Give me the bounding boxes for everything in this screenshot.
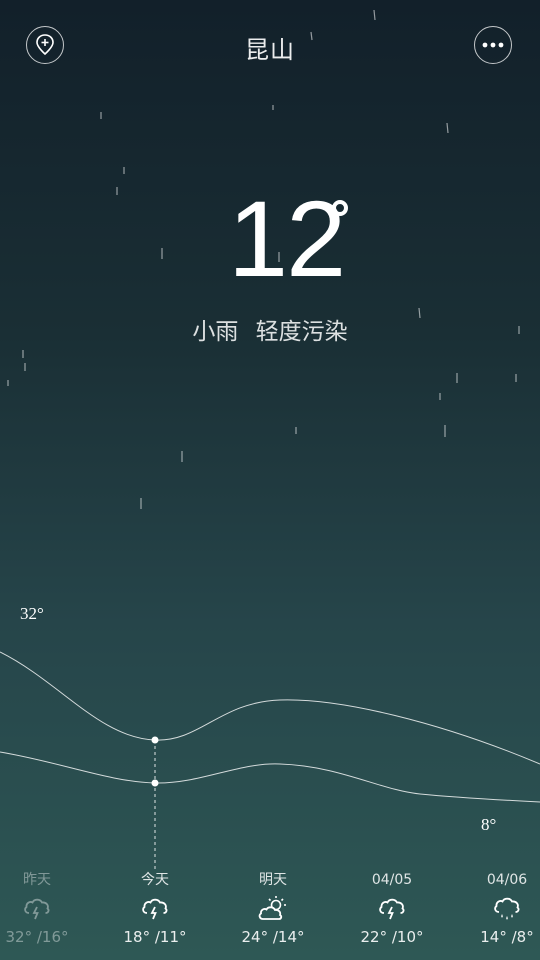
day-label: 明天 [259, 872, 287, 888]
today-high-point [151, 736, 159, 744]
more-options-button[interactable] [474, 26, 512, 64]
air-quality-text[interactable]: 轻度污染 [256, 319, 348, 345]
max-temp-label: 32° [20, 604, 44, 623]
rain-icon [494, 897, 520, 920]
low-temp: /14° [272, 928, 305, 946]
forecast-day-today[interactable]: 今天 18° /11° [100, 870, 210, 946]
today-low-point [151, 779, 159, 787]
high-temp: 32° [5, 928, 33, 946]
day-label: 昨天 [23, 872, 51, 888]
low-temp: /8° [511, 928, 534, 946]
forecast-day-0406[interactable]: 04/06 14° /8° [452, 870, 540, 946]
thunder-rain-icon [379, 898, 405, 920]
condition-text: 小雨 [192, 319, 239, 345]
weather-condition: 小雨 轻度污染 [0, 312, 540, 346]
day-label: 04/06 [486, 872, 528, 888]
more-icon [482, 42, 504, 48]
forecast-day-0405[interactable]: 04/05 22° /10° [337, 870, 447, 946]
city-name[interactable]: 昆山 [0, 30, 540, 65]
low-temp: /10° [391, 928, 424, 946]
temperature-value: 12 [228, 178, 346, 299]
temperature-trend-chart: 32° 8° [0, 590, 540, 880]
high-temp: 14° [480, 928, 507, 946]
daily-forecast: 昨天 32° /16° 今天 18° /11° 明天 24° /14° 04/0… [0, 870, 540, 960]
top-bar: 昆山 [0, 0, 540, 90]
current-temperature: 12 [0, 185, 540, 295]
thunder-rain-icon [142, 898, 168, 920]
trend-lines [0, 651, 540, 870]
partly-cloudy-icon [258, 896, 286, 920]
degree-symbol [332, 200, 348, 216]
high-temp: 22° [360, 928, 388, 946]
min-temp-label: 8° [481, 815, 497, 834]
low-temp: /11° [154, 928, 187, 946]
forecast-day-yesterday[interactable]: 昨天 32° /16° [0, 870, 92, 946]
low-temp-line [0, 751, 540, 803]
day-label: 04/05 [371, 872, 413, 888]
thunder-rain-icon [24, 898, 50, 920]
day-label: 今天 [141, 872, 169, 888]
high-temp-line [0, 651, 540, 765]
high-temp: 24° [241, 928, 269, 946]
high-temp: 18° [123, 928, 151, 946]
low-temp: /16° [36, 928, 69, 946]
forecast-day-tomorrow[interactable]: 明天 24° /14° [218, 870, 328, 946]
